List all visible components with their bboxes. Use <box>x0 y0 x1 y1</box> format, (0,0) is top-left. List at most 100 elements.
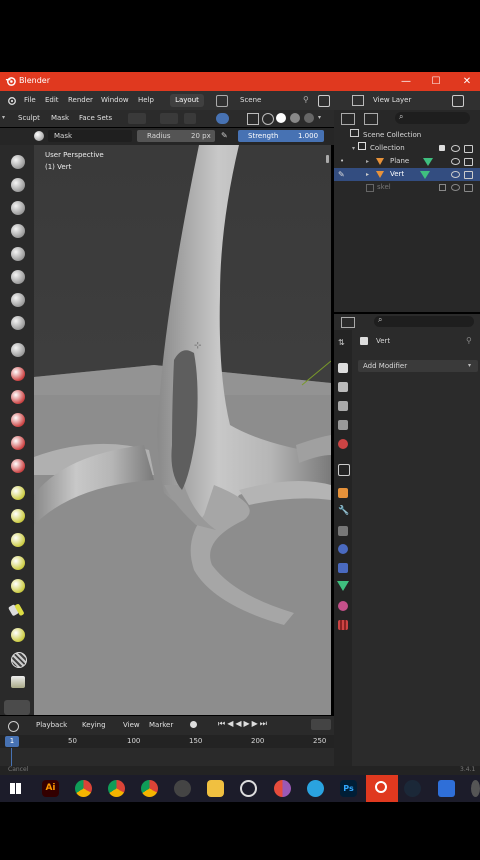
rotate-brush-icon[interactable] <box>11 628 25 642</box>
eye-icon[interactable] <box>451 184 460 191</box>
flatten-brush-icon[interactable] <box>11 390 25 404</box>
modifier-tab-icon[interactable]: 🔧 <box>338 506 349 516</box>
texture-tab-icon[interactable] <box>338 620 348 630</box>
playback-controls[interactable]: ⏮◀◀▶▶⏭ <box>218 719 269 729</box>
photoshop-icon[interactable]: Ps <box>340 780 357 797</box>
multiplane-scrape-brush-icon[interactable] <box>11 459 25 473</box>
edit-mode-icon[interactable]: ✎ <box>338 168 345 181</box>
rendered-shading-icon[interactable] <box>304 113 314 123</box>
menu-face-sets[interactable]: Face Sets <box>79 114 112 122</box>
clay-thumb-brush-icon[interactable] <box>11 247 25 261</box>
menu-edit[interactable]: Edit <box>45 96 59 104</box>
chrome-icon[interactable] <box>75 780 92 797</box>
cloth-brush-icon[interactable] <box>11 652 27 668</box>
solid-shading-icon[interactable] <box>276 113 286 123</box>
scene-tab-icon[interactable] <box>338 420 348 430</box>
chevron-icon[interactable]: ▾ <box>2 114 5 121</box>
pressure-icon[interactable]: ✎ <box>221 131 228 140</box>
pin-icon[interactable]: ⚲ <box>466 336 472 345</box>
simplify-brush-icon[interactable] <box>11 676 25 688</box>
pin-icon[interactable]: ⚲ <box>303 95 309 104</box>
scrape-brush-icon[interactable] <box>11 436 25 450</box>
scene-selector[interactable]: Scene <box>240 96 261 104</box>
view-layer-tab-icon[interactable] <box>338 401 348 411</box>
chrome-icon[interactable] <box>108 780 125 797</box>
world-tab-icon[interactable] <box>338 439 348 449</box>
store-icon[interactable] <box>174 780 191 797</box>
current-frame-field[interactable] <box>311 719 331 730</box>
overlay-icon[interactable] <box>216 113 229 124</box>
camera-icon[interactable] <box>464 145 473 153</box>
telegram-icon[interactable] <box>307 780 324 797</box>
properties-editor-icon[interactable] <box>341 317 355 328</box>
blender-menu-icon[interactable] <box>6 96 16 106</box>
chrome-icon[interactable] <box>141 780 158 797</box>
minimize-button[interactable]: — <box>396 74 416 89</box>
blender-taskbar-active[interactable] <box>366 775 398 802</box>
pinch-brush-icon[interactable] <box>11 486 25 500</box>
outliner-search-input[interactable]: ⌕ <box>395 112 470 124</box>
draw-sharp-brush-icon[interactable] <box>11 178 25 192</box>
camera-icon[interactable] <box>464 171 473 179</box>
collection-tab-icon[interactable] <box>338 464 350 476</box>
chrome-profile-icon[interactable] <box>274 780 291 797</box>
crease-brush-icon[interactable] <box>11 343 25 357</box>
display-mode-icon[interactable] <box>364 113 378 125</box>
menu-playback[interactable]: Playback <box>36 721 67 729</box>
particles-tab-icon[interactable] <box>338 526 348 536</box>
thumb-brush-icon[interactable] <box>11 579 25 593</box>
symmetry-icon[interactable] <box>160 113 178 124</box>
clay-strips-brush-icon[interactable] <box>11 224 25 238</box>
checkbox-icon[interactable] <box>439 145 445 151</box>
sculpt-mesh-canvas[interactable]: ⊹ <box>34 145 331 715</box>
obs-icon[interactable] <box>240 780 257 797</box>
menu-mask[interactable]: Mask <box>51 114 69 122</box>
tool-tab-icon[interactable]: ⇅ <box>338 338 345 347</box>
illustrator-icon[interactable]: Ai <box>42 780 59 797</box>
smooth-brush-icon[interactable] <box>11 367 25 381</box>
shading-dropdown-icon[interactable]: ▾ <box>318 114 321 121</box>
current-frame-indicator[interactable]: 1 <box>5 736 19 747</box>
brush-icon[interactable] <box>34 131 44 141</box>
timeline-editor-icon[interactable] <box>8 721 19 732</box>
new-scene-icon[interactable] <box>318 95 330 107</box>
camera-icon[interactable] <box>464 158 473 166</box>
grab-brush-icon[interactable] <box>11 509 25 523</box>
strength-field[interactable]: Strength 1.000 <box>238 130 324 142</box>
outliner-editor-icon[interactable] <box>341 113 355 125</box>
clay-brush-icon[interactable] <box>11 201 25 215</box>
outliner-item-collection[interactable]: ▾ Collection <box>352 142 480 155</box>
physics-tab-icon[interactable] <box>338 544 348 554</box>
data-tab-icon[interactable] <box>337 581 349 591</box>
radius-field[interactable]: Radius 20 px <box>137 130 215 142</box>
network-app-icon[interactable] <box>438 780 455 797</box>
menu-marker[interactable]: Marker <box>149 721 173 729</box>
properties-search-input[interactable]: ⌕ <box>374 315 474 327</box>
draw-brush-icon[interactable] <box>11 155 25 169</box>
blob-brush-icon[interactable] <box>11 316 25 330</box>
add-modifier-button[interactable]: Add Modifier ▾ <box>358 360 478 372</box>
fill-brush-icon[interactable] <box>11 413 25 427</box>
brush-name-field[interactable]: Mask <box>48 130 132 142</box>
menu-window[interactable]: Window <box>101 96 129 104</box>
close-button[interactable]: ✕ <box>457 74 477 89</box>
mask-brush-icon[interactable] <box>8 602 28 618</box>
constraints-tab-icon[interactable] <box>338 563 348 573</box>
output-tab-icon[interactable] <box>338 382 348 392</box>
auto-keying-icon[interactable] <box>190 721 197 728</box>
menu-sculpt[interactable]: Sculpt <box>18 114 40 122</box>
menu-render[interactable]: Render <box>68 96 93 104</box>
inflate-brush-icon[interactable] <box>11 293 25 307</box>
menu-view[interactable]: View <box>123 721 140 729</box>
new-view-layer-icon[interactable] <box>452 95 464 107</box>
outliner-scene-collection[interactable]: Scene Collection <box>350 129 480 142</box>
wireframe-shading-icon[interactable] <box>262 113 274 125</box>
steam-icon[interactable] <box>404 780 421 797</box>
eye-icon[interactable] <box>451 171 460 178</box>
file-explorer-icon[interactable] <box>207 780 224 797</box>
checkbox-icon[interactable] <box>439 184 446 191</box>
frame-ruler[interactable]: 1 50 100 150 200 250 <box>0 735 334 748</box>
menu-file[interactable]: File <box>24 96 36 104</box>
menu-keying[interactable]: Keying <box>82 721 106 729</box>
xray-icon[interactable] <box>247 113 259 125</box>
